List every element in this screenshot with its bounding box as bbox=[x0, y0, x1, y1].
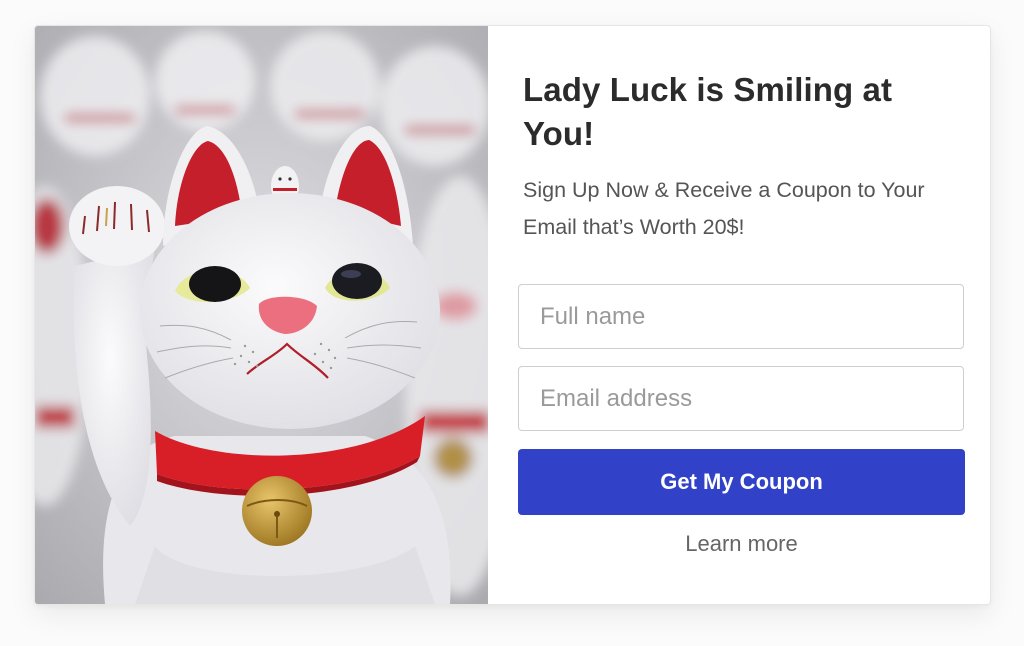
email-address-input[interactable] bbox=[518, 366, 964, 431]
page: Lady Luck is Smiling at You! Sign Up Now… bbox=[0, 0, 1024, 646]
get-coupon-button[interactable]: Get My Coupon bbox=[518, 449, 965, 515]
learn-more-link[interactable]: Learn more bbox=[518, 531, 965, 557]
lucky-cat-illustration bbox=[35, 26, 488, 604]
full-name-input[interactable] bbox=[518, 284, 964, 349]
signup-popup: Lady Luck is Smiling at You! Sign Up Now… bbox=[34, 25, 991, 605]
popup-subtitle: Sign Up Now & Receive a Coupon to Your E… bbox=[523, 178, 925, 239]
lucky-cat-photo bbox=[35, 26, 488, 604]
popup-title: Lady Luck is Smiling at You! bbox=[523, 71, 893, 152]
signup-form-panel: Lady Luck is Smiling at You! Sign Up Now… bbox=[488, 26, 990, 604]
